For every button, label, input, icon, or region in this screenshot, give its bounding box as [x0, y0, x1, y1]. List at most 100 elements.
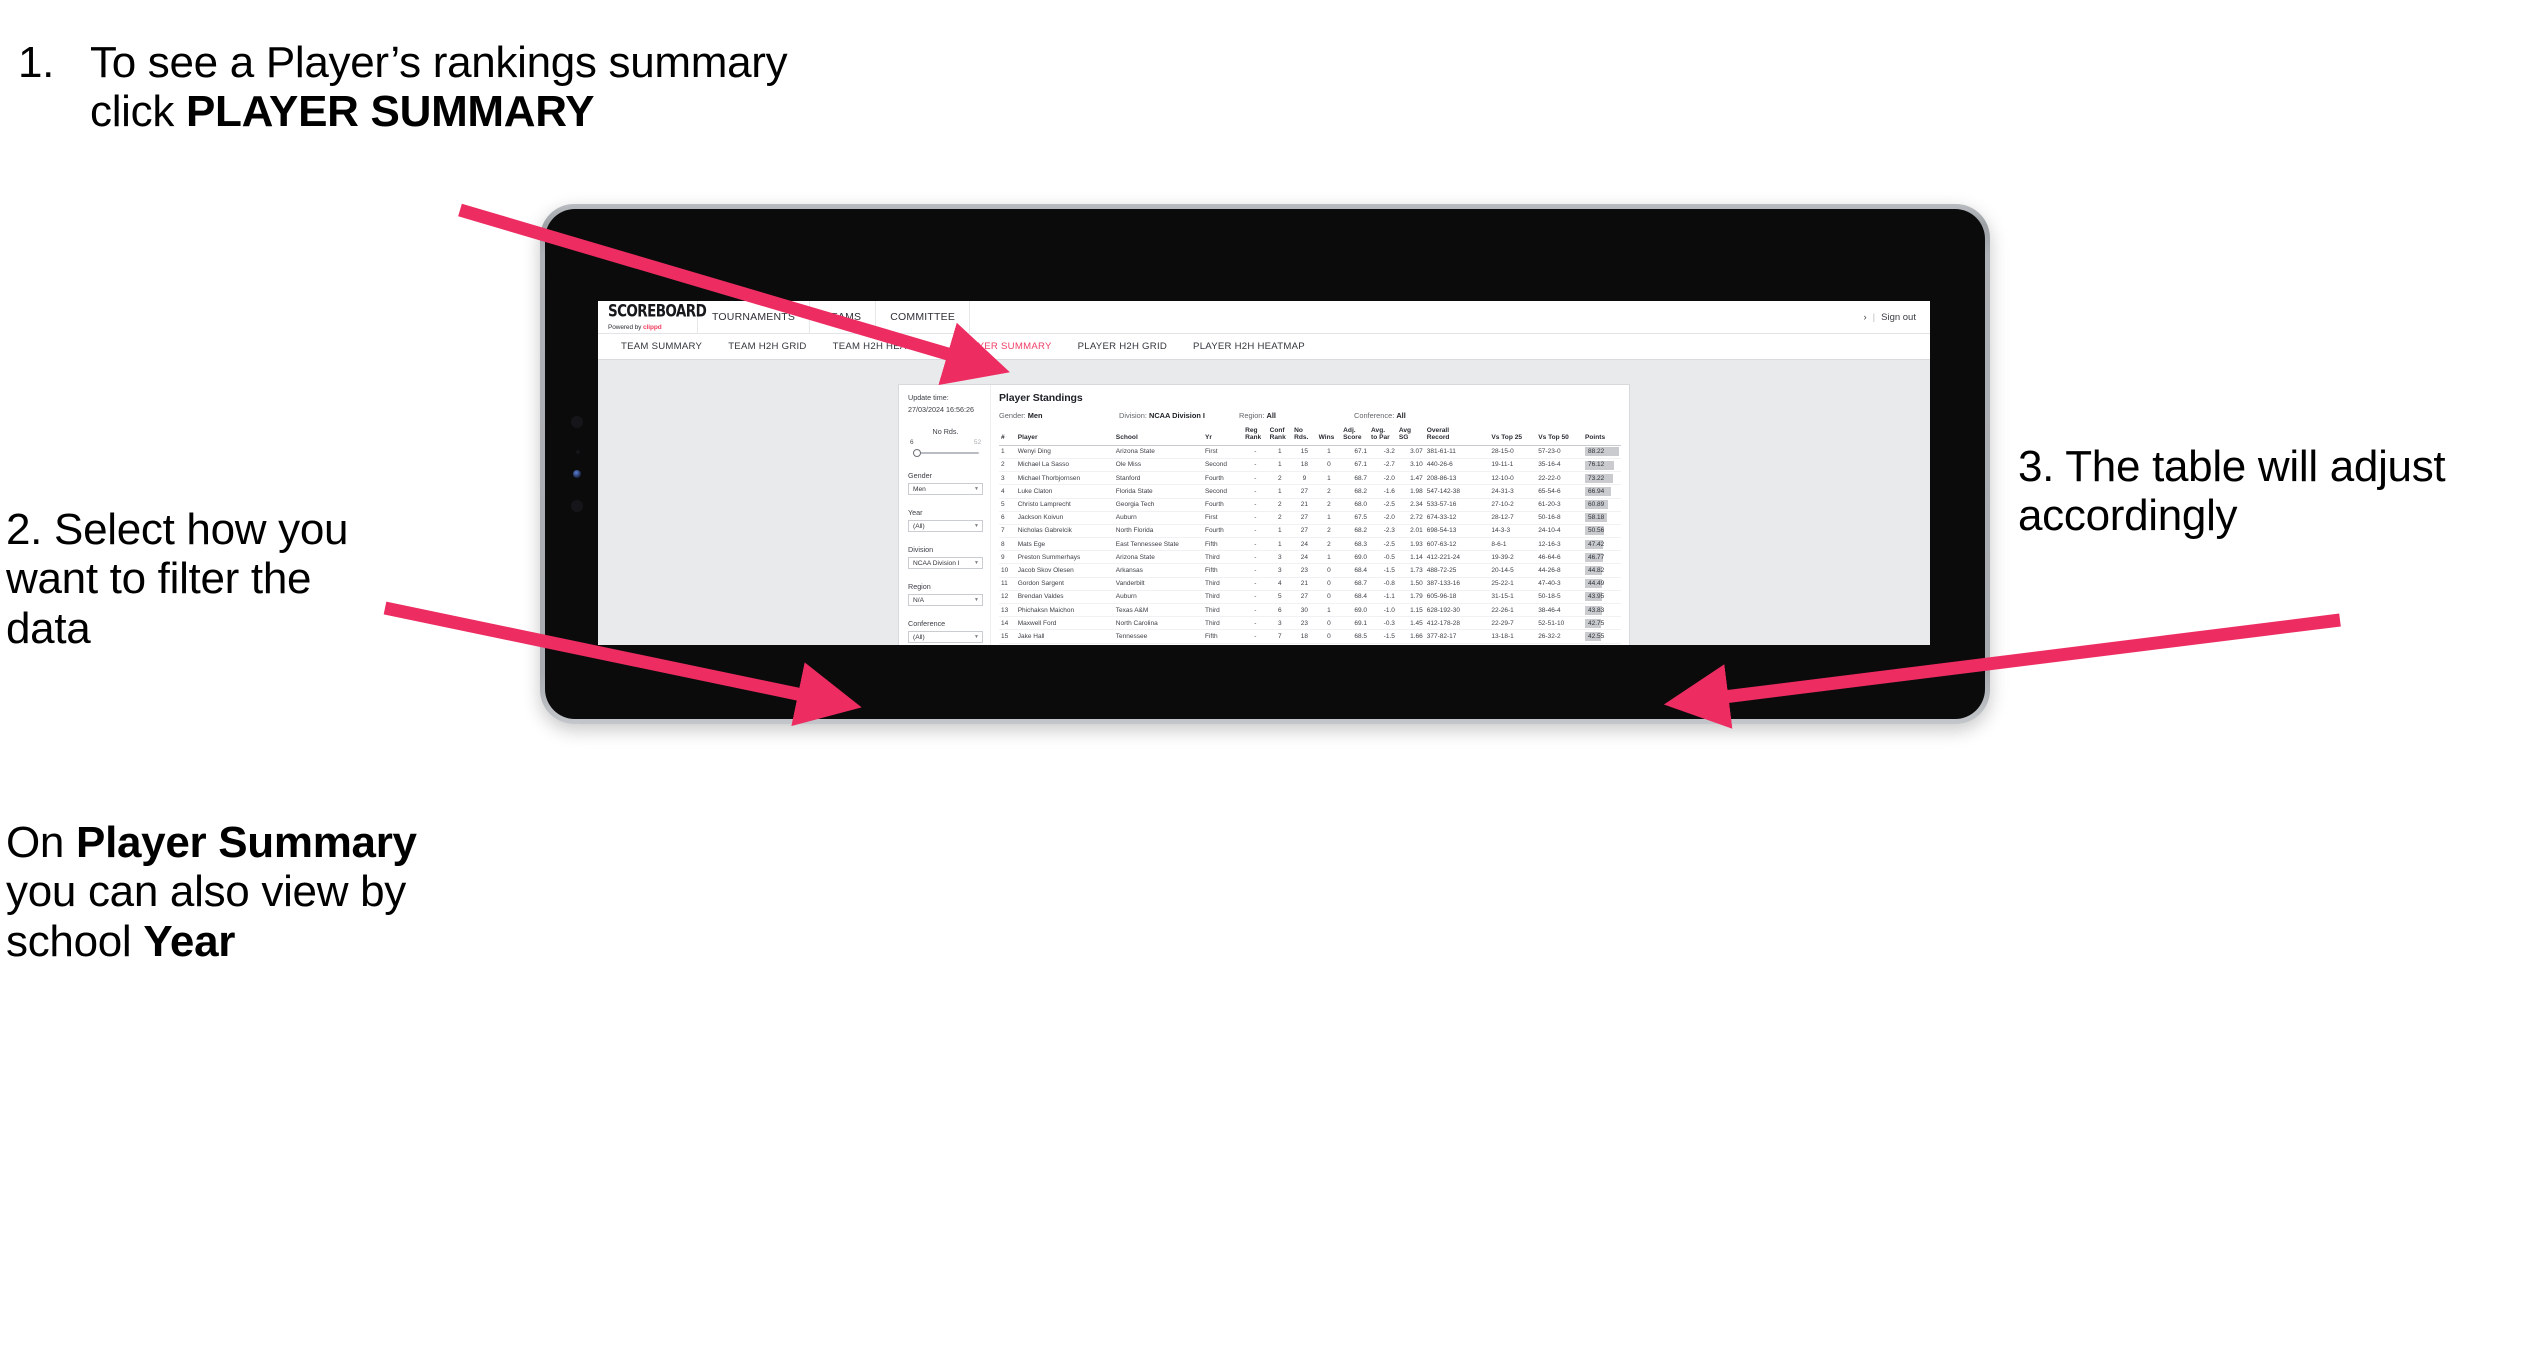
visualization-main: Update time: 27/03/2024 16:56:26 No Rds.… [899, 385, 1629, 645]
cell-adj-score: 67.1 [1341, 445, 1370, 459]
cell-no-rounds: 27 [1292, 484, 1317, 499]
table-row[interactable]: 7 Nicholas Gabrelcik North Florida Fourth -1… [999, 524, 1621, 539]
points-value: 73.22 [1588, 474, 1605, 482]
col-adj-score[interactable]: Adj. Score [1341, 427, 1370, 446]
cell-wins: 0 [1316, 577, 1342, 591]
col-rank[interactable]: # [999, 427, 1016, 446]
col-avg-to-par[interactable]: Avg. to Par [1369, 427, 1397, 446]
table-row[interactable]: 1 Wenyi Ding Arizona State First -1 15 1 67.1 -3… [999, 445, 1621, 459]
account-chevron-icon[interactable]: › [1863, 312, 1866, 323]
cell-conf-rank: 4 [1267, 577, 1293, 591]
table-row[interactable]: 11 Gordon Sargent Vanderbilt Third -4 21 0 68.7… [999, 577, 1621, 591]
table-row[interactable]: 9 Preston Summerhays Arizona State Third -3 2… [999, 550, 1621, 565]
col-overall-record[interactable]: Overall Record [1424, 427, 1490, 446]
conference-select[interactable]: (All) ▼ [908, 631, 983, 643]
cell-rank: 14 [999, 616, 1016, 631]
cell-rank: 11 [999, 577, 1016, 591]
col-wins[interactable]: Wins [1316, 427, 1342, 446]
cell-year: Third [1202, 577, 1244, 591]
cell-avg-sg: 1.66 [1396, 629, 1425, 644]
cell-overall-record: 440-26-6 [1424, 458, 1490, 473]
table-row[interactable]: 8 Mats Ege East Tennessee State Fifth -1 24 2 6… [999, 537, 1621, 552]
cell-overall-record: 377-82-17 [1424, 629, 1490, 644]
cell-year: Fifth [1202, 643, 1244, 645]
col-points[interactable]: Points [1583, 427, 1621, 446]
table-row[interactable]: 13 Phichaksn Maichon Texas A&M Third -6 30 1 69… [999, 603, 1621, 618]
nav-item-tournaments[interactable]: TOURNAMENTS [698, 301, 811, 333]
table-row[interactable]: 12 Brendan Valdes Auburn Third -5 27 0 68.4 -1.1… [999, 590, 1621, 605]
col-conf-rank[interactable]: Conf Rank [1267, 427, 1293, 446]
cell-rank: 8 [999, 537, 1016, 552]
gender-value: Men [913, 485, 926, 493]
table-row[interactable]: 14 Maxwell Ford North Carolina Third -3 23 0 69… [999, 616, 1621, 631]
table-row[interactable]: 4 Luke Claton Florida State Second -1 27 2 68.2… [999, 484, 1621, 499]
col-vs-top-50[interactable]: Vs Top 50 [1536, 427, 1583, 446]
region-select[interactable]: N/A ▼ [908, 594, 983, 606]
cell-vs-top-50: 18-7-3 [1536, 643, 1583, 645]
col-avg-sg[interactable]: Avg SG [1396, 427, 1425, 446]
cell-avg-sg: 1.50 [1396, 577, 1425, 591]
logo-brand: clippd [643, 323, 662, 331]
cell-school: North Carolina [1113, 616, 1203, 631]
cell-avg-to-par: -2.0 [1369, 471, 1397, 486]
tab-player-h2h-heatmap[interactable]: PLAYER H2H HEATMAP [1180, 334, 1318, 359]
cell-overall-record: 467-29-23 [1424, 643, 1490, 645]
tab-team-h2h-heatmap[interactable]: TEAM H2H HEATMAP [820, 334, 947, 359]
cell-points: 44.82 [1583, 563, 1621, 578]
slider-track[interactable] [911, 448, 983, 458]
points-gauge: 58.18 [1585, 513, 1619, 523]
cell-vs-top-50: 52-51-10 [1536, 616, 1583, 631]
tab-player-summary[interactable]: PLAYER SUMMARY [946, 334, 1064, 359]
cell-adj-score: 68.2 [1341, 524, 1370, 539]
division-value: NCAA Division I [913, 559, 960, 567]
tab-team-h2h-grid[interactable]: TEAM H2H GRID [715, 334, 819, 359]
annotation-step-3: 3. The table will adjust accordingly [2018, 442, 2446, 541]
table-row[interactable]: 5 Christo Lamprecht Georgia Tech Fourth -2 21… [999, 498, 1621, 512]
cell-rank: 1 [999, 445, 1016, 459]
points-value: 47.42 [1588, 540, 1605, 548]
points-value: 46.77 [1588, 553, 1605, 561]
cell-avg-sg: 1.47 [1396, 471, 1425, 486]
table-row[interactable]: 6 Jackson Koivun Auburn First -2 27 1 67.5 -2.0 2… [999, 511, 1621, 525]
table-row[interactable]: 15 Jake Hall Tennessee Fifth -7 18 0 68.5 -1.5 1.… [999, 629, 1621, 644]
col-year[interactable]: Yr [1202, 427, 1244, 446]
meta-conference-value: All [1396, 411, 1406, 420]
tab-player-h2h-grid[interactable]: PLAYER H2H GRID [1065, 334, 1180, 359]
nav-item-teams[interactable]: TEAMS [810, 301, 877, 333]
gender-select[interactable]: Men ▼ [908, 483, 983, 495]
cell-no-rounds: 23 [1292, 616, 1317, 631]
table-row[interactable]: 16Alex GoffKentuckyFifth-819068.3-1.71.9… [999, 643, 1621, 645]
table-row[interactable]: 3 Michael Thorbjornsen Stanford Fourth -2 9 1 6… [999, 471, 1621, 486]
col-school[interactable]: School [1113, 427, 1203, 446]
points-gauge: 88.22 [1585, 447, 1619, 457]
app-logo[interactable]: SCOREBOARD Powered by clippd [598, 301, 707, 333]
col-no-rounds[interactable]: No Rds. [1292, 427, 1317, 446]
cell-avg-to-par: -1.0 [1369, 603, 1397, 618]
cell-rank: 10 [999, 563, 1016, 578]
tab-team-summary[interactable]: TEAM SUMMARY [608, 334, 715, 359]
cell-rank: 13 [999, 603, 1016, 618]
cell-avg-sg: 1.93 [1396, 537, 1425, 552]
points-gauge: 44.49 [1585, 579, 1619, 589]
sign-out-button[interactable]: Sign out [1881, 312, 1916, 323]
cell-points: 76.12 [1583, 458, 1621, 473]
year-select[interactable]: (All) ▼ [908, 520, 983, 532]
no-rounds-slider[interactable]: 6 52 [908, 439, 983, 458]
col-player[interactable]: Player [1015, 427, 1114, 446]
col-reg-rank[interactable]: Reg Rank [1243, 427, 1268, 446]
cell-adj-score: 69.0 [1341, 550, 1370, 565]
cell-conf-rank: 3 [1267, 563, 1293, 578]
conference-label: Conference [908, 619, 946, 628]
cell-no-rounds: 18 [1292, 458, 1317, 473]
cell-player: Mats Ege [1015, 537, 1114, 552]
slider-handle[interactable] [913, 449, 921, 457]
col-vs-top-25[interactable]: Vs Top 25 [1489, 427, 1537, 446]
cell-player: Wenyi Ding [1015, 445, 1114, 459]
table-row[interactable]: 2 Michael La Sasso Ole Miss Second -1 18 0 67.1… [999, 458, 1621, 473]
filter-no-rounds: No Rds. 6 52 [908, 427, 983, 458]
table-row[interactable]: 10 Jacob Skov Olesen Arkansas Fifth -3 23 0 68.… [999, 563, 1621, 578]
points-gauge: 42.55 [1585, 631, 1619, 641]
division-select[interactable]: NCAA Division I ▼ [908, 557, 983, 569]
nav-item-committee[interactable]: COMMITTEE [876, 301, 971, 333]
cell-vs-top-25: 20-14-5 [1489, 563, 1537, 578]
